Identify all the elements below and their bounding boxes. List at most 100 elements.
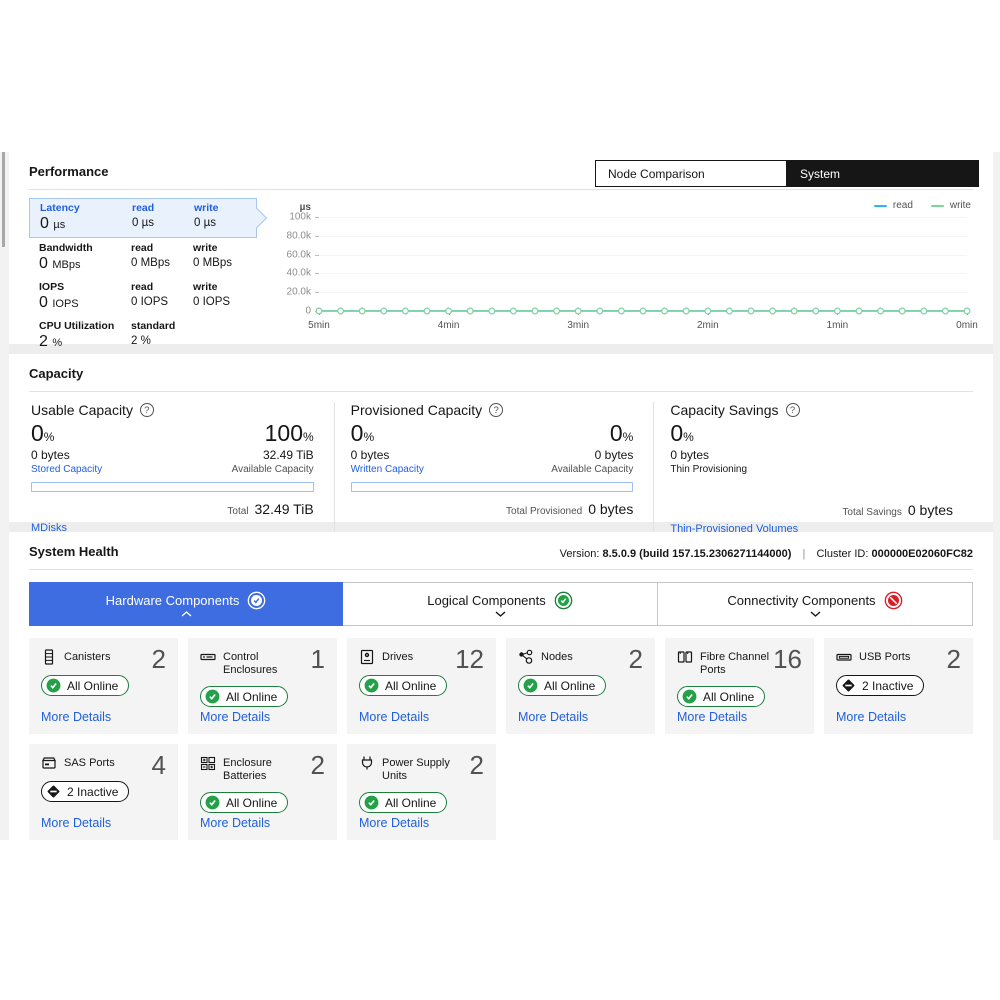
- cpu-label: CPU Utilization: [39, 320, 131, 332]
- provisioned-available-pct: 0: [610, 420, 623, 446]
- more-details-link[interactable]: More Details: [359, 710, 429, 724]
- component-count: 2: [311, 750, 325, 781]
- drives-icon: [359, 649, 375, 665]
- chevron-up-icon: [181, 611, 192, 617]
- component-count: 2: [947, 644, 961, 675]
- check-icon: [523, 678, 538, 693]
- usable-total-value: 32.49 TiB: [255, 501, 314, 517]
- bandwidth-value: 0: [39, 255, 48, 272]
- usable-capacity-title: Usable Capacity: [31, 402, 133, 418]
- node-comparison-button[interactable]: Node Comparison: [595, 160, 787, 187]
- latency-write-label: write: [194, 202, 252, 214]
- hardware-components-grid: Canisters 2 All Online More Details Con: [29, 638, 973, 840]
- left-scrollbar-thumb[interactable]: [2, 152, 5, 247]
- usable-available-pct: 100: [265, 420, 303, 446]
- stat-row-latency[interactable]: Latency 0 µs read 0 µs write 0 µs: [29, 198, 257, 238]
- status-badge: 2 Inactive: [836, 675, 924, 696]
- status-badge: All Online: [677, 686, 765, 707]
- power-supply-units-icon: [359, 755, 375, 771]
- component-count: 16: [773, 644, 802, 675]
- iops-write-label: write: [193, 281, 251, 293]
- more-details-link[interactable]: More Details: [359, 816, 429, 830]
- provisioned-written-pct: 0: [351, 420, 364, 446]
- component-card-power-supply-units: Power Supply Units 2 All Online More Det…: [347, 744, 496, 840]
- thin-provisioning-caption: Thin Provisioning: [670, 464, 747, 475]
- system-health-divider: [29, 569, 973, 570]
- stat-row-iops[interactable]: IOPS 0 IOPS read 0 IOPS write 0 IOPS: [29, 278, 257, 316]
- capacity-savings-title: Capacity Savings: [670, 402, 778, 418]
- check-circle-icon: [247, 591, 266, 610]
- latency-read-label: read: [132, 202, 194, 214]
- component-card-sas-ports: SAS Ports 4 2 Inactive More Details: [29, 744, 178, 840]
- latency-value: 0: [40, 215, 49, 232]
- legend-swatch: [874, 205, 887, 207]
- check-icon: [364, 678, 379, 693]
- more-details-link[interactable]: More Details: [41, 710, 111, 724]
- tab-connectivity-components[interactable]: Connectivity Components: [657, 583, 972, 625]
- error-circle-icon: [884, 591, 903, 610]
- nodes-icon: [518, 649, 534, 665]
- usable-capacity-panel: Usable Capacity ? 0% 100% 0 bytes 32.49 …: [29, 402, 334, 537]
- legend-swatch: [931, 205, 944, 207]
- more-details-link[interactable]: More Details: [836, 710, 906, 724]
- provisioned-capacity-bar: [351, 482, 634, 492]
- more-details-link[interactable]: More Details: [518, 710, 588, 724]
- check-icon: [364, 795, 379, 810]
- legend-item-write[interactable]: write: [931, 200, 971, 211]
- bandwidth-read-label: read: [131, 242, 193, 254]
- savings-total-label: Total Savings: [842, 507, 901, 518]
- version-value: 8.5.0.9 (build 157.15.2306271144000): [602, 548, 791, 560]
- component-card-canisters: Canisters 2 All Online More Details: [29, 638, 178, 734]
- system-button[interactable]: System: [787, 160, 979, 187]
- bandwidth-unit: MBps: [52, 259, 80, 271]
- component-count: 2: [470, 750, 484, 781]
- more-details-link[interactable]: More Details: [677, 710, 747, 724]
- status-badge: All Online: [518, 675, 606, 696]
- sas-ports-icon: [41, 755, 57, 771]
- usable-available-caption: Available Capacity: [232, 464, 314, 475]
- component-count: 2: [629, 644, 643, 675]
- component-card-fibre-channel-ports: Fibre Channel Ports 16 All Online More D…: [665, 638, 814, 734]
- left-scrollbar-track: [0, 152, 9, 840]
- check-icon: [46, 678, 61, 693]
- stat-row-bandwidth[interactable]: Bandwidth 0 MBps read 0 MBps write 0 MBp…: [29, 239, 257, 277]
- help-icon[interactable]: ?: [140, 403, 154, 417]
- usable-total-label: Total: [227, 506, 248, 517]
- status-badge: All Online: [200, 686, 288, 707]
- more-details-link[interactable]: More Details: [41, 816, 111, 830]
- component-count: 1: [311, 644, 325, 675]
- provisioned-written-bytes: 0 bytes: [351, 448, 390, 462]
- chevron-down-icon: [810, 611, 821, 617]
- legend-item-read[interactable]: read: [874, 200, 913, 211]
- savings-pct: 0: [670, 420, 683, 446]
- bandwidth-write-label: write: [193, 242, 251, 254]
- component-count: 12: [455, 644, 484, 675]
- help-icon[interactable]: ?: [489, 403, 503, 417]
- component-card-drives: Drives 12 All Online More Details: [347, 638, 496, 734]
- more-details-link[interactable]: More Details: [200, 816, 270, 830]
- more-details-link[interactable]: More Details: [200, 710, 270, 724]
- system-health-section: System Health Version: 8.5.0.9 (build 15…: [9, 532, 993, 840]
- written-capacity-link[interactable]: Written Capacity: [351, 464, 424, 475]
- canisters-icon: [41, 649, 57, 665]
- cpu-standard-value: 2 %: [131, 335, 193, 347]
- status-badge: All Online: [359, 675, 447, 696]
- capacity-section: Capacity Usable Capacity ? 0% 100% 0 byt…: [9, 354, 993, 522]
- inactive-diamond-icon: [46, 784, 61, 799]
- check-icon: [682, 689, 697, 704]
- chevron-down-icon: [495, 611, 506, 617]
- help-icon[interactable]: ?: [786, 403, 800, 417]
- provisioned-total-value: 0 bytes: [588, 501, 633, 517]
- system-meta: Version: 8.5.0.9 (build 157.15.230627114…: [560, 548, 973, 560]
- latency-read-value: 0 µs: [132, 217, 194, 229]
- check-icon: [205, 689, 220, 704]
- stat-row-cpu[interactable]: CPU Utilization 2 % standard 2 %: [29, 317, 257, 355]
- status-badge: 2 Inactive: [41, 781, 129, 802]
- usable-stored-bytes: 0 bytes: [31, 448, 70, 462]
- status-badge: All Online: [359, 792, 447, 813]
- tab-logical-components[interactable]: Logical Components: [342, 583, 657, 625]
- performance-chart: µs readwrite 100k80.0k60.0k40.0k20.0k0 5…: [273, 200, 973, 338]
- iops-label: IOPS: [39, 281, 131, 293]
- stored-capacity-link[interactable]: Stored Capacity: [31, 464, 102, 475]
- tab-hardware-components[interactable]: Hardware Components: [29, 582, 343, 626]
